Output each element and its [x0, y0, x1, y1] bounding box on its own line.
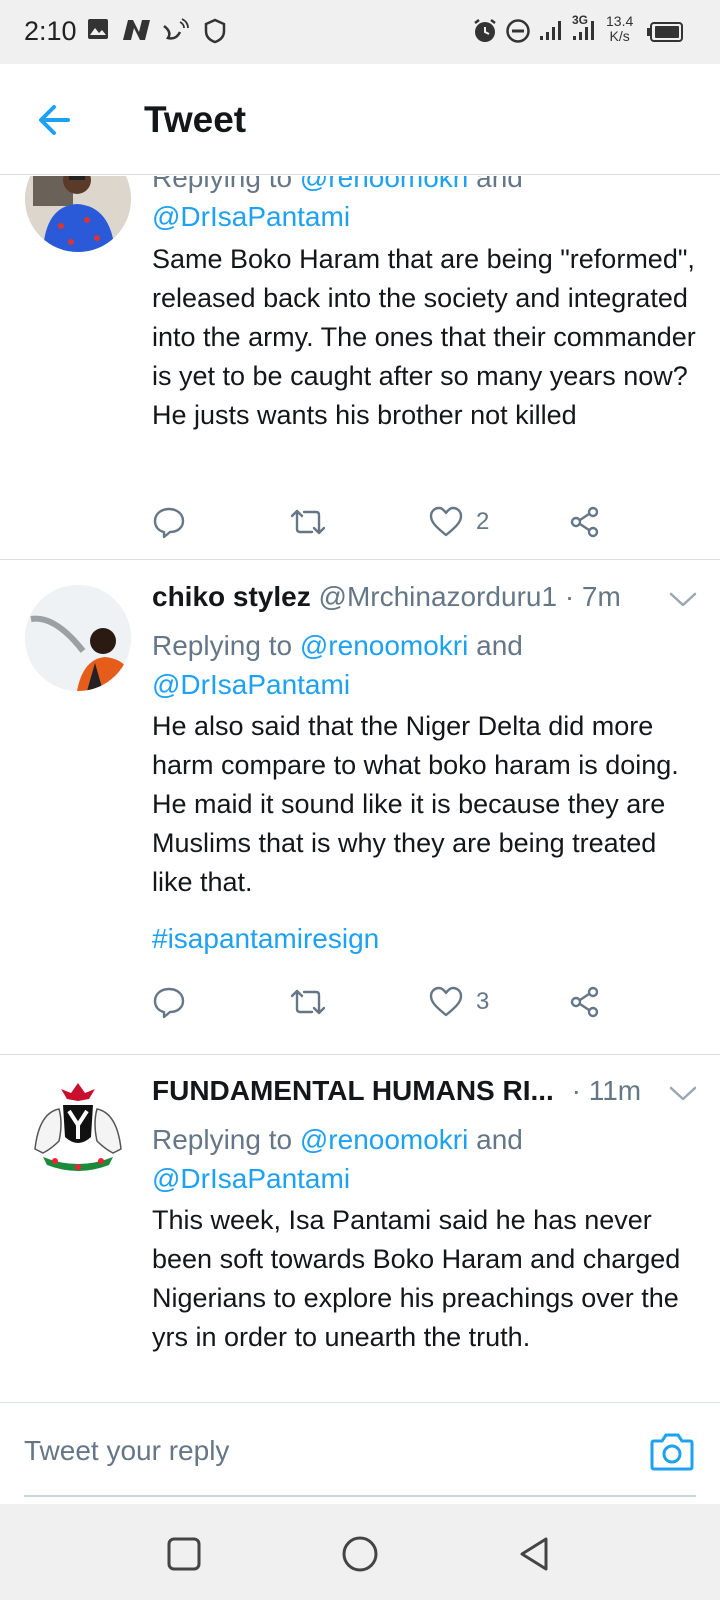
- page-title: Tweet: [144, 99, 247, 140]
- display-name[interactable]: FUNDAMENTAL HUMANS RI...: [152, 1075, 554, 1106]
- avatar[interactable]: [25, 176, 131, 252]
- display-name[interactable]: chiko stylez: [152, 581, 311, 612]
- like-count: 2: [476, 508, 490, 535]
- status-time: 2:10: [24, 16, 77, 46]
- home-circle-icon[interactable]: [338, 1532, 382, 1576]
- camera-icon[interactable]: [648, 1429, 696, 1473]
- signal-icon: [573, 21, 594, 40]
- avatar-image: [25, 585, 131, 691]
- avatar[interactable]: [25, 1079, 131, 1185]
- share-icon: [570, 506, 599, 538]
- tweet-header: chiko stylez @Mrchinazorduru1 · 7m: [152, 581, 700, 621]
- reply-input[interactable]: [24, 1425, 624, 1477]
- reply-button[interactable]: [152, 982, 186, 1022]
- battery-icon: [647, 22, 683, 42]
- mention-link[interactable]: @renoomokri: [300, 1124, 468, 1155]
- tweet-card[interactable]: Replying to @renoomokri and @DrIsaPantam…: [0, 176, 720, 560]
- replying-label: Replying to: [152, 1124, 300, 1155]
- avatar-image: [25, 176, 131, 252]
- mention-link[interactable]: @DrIsaPantami: [152, 201, 350, 232]
- shield-icon: [204, 18, 226, 44]
- mention-link[interactable]: @renoomokri: [300, 630, 468, 661]
- retweet-icon: [290, 989, 326, 1015]
- reply-underline: [24, 1495, 696, 1497]
- replying-to: Replying to @renoomokri and @DrIsaPantam…: [152, 626, 692, 704]
- like-button[interactable]: 2: [428, 502, 489, 542]
- coat-of-arms-icon: [25, 1079, 131, 1185]
- reply-icon: [153, 987, 185, 1019]
- tweet-text: Same Boko Haram that are being "reformed…: [152, 244, 696, 430]
- n-logo-icon: [123, 20, 150, 40]
- tweet-actions: 2: [152, 502, 632, 542]
- tweet-actions: 3: [152, 982, 632, 1022]
- mention-link[interactable]: @DrIsaPantami: [152, 1163, 350, 1194]
- user-handle[interactable]: @Mrchinazorduru1: [319, 581, 558, 612]
- mention-link[interactable]: @renoomokri: [300, 176, 468, 193]
- heart-icon: [429, 986, 463, 1017]
- tweet-time: · 11m: [571, 1075, 642, 1106]
- like-count: 3: [476, 988, 490, 1015]
- share-button[interactable]: [568, 502, 602, 542]
- like-button[interactable]: 3: [428, 982, 489, 1022]
- share-button[interactable]: [568, 982, 602, 1022]
- reply-bar: [0, 1402, 720, 1502]
- status-bar: 2:10 3G 13.4 K/s: [0, 0, 720, 64]
- mention-link[interactable]: @DrIsaPantami: [152, 669, 350, 700]
- tweet-text: He also said that the Niger Delta did mo…: [152, 711, 679, 897]
- recents-square-icon[interactable]: [162, 1532, 206, 1576]
- dnd-icon: [506, 19, 530, 43]
- share-icon: [570, 986, 599, 1018]
- avatar[interactable]: [25, 585, 131, 691]
- replying-to: Replying to @renoomokri and @DrIsaPantam…: [152, 1120, 692, 1198]
- replying-to: Replying to @renoomokri and @DrIsaPantam…: [152, 176, 692, 236]
- system-nav-bar: [0, 1504, 720, 1600]
- heart-icon: [429, 506, 463, 537]
- network-speed: 13.4 K/s: [606, 13, 634, 44]
- replying-label: Replying to: [152, 630, 300, 661]
- back-arrow-icon[interactable]: [30, 96, 80, 146]
- app-bar: Tweet: [0, 64, 720, 175]
- tweet-card[interactable]: chiko stylez @Mrchinazorduru1 · 7m Reply…: [0, 561, 720, 1055]
- retweet-icon: [290, 509, 326, 535]
- tweet-header: FUNDAMENTAL HUMANS RI... · 11m: [152, 1075, 700, 1115]
- gallery-icon: [88, 19, 108, 39]
- retweet-button[interactable]: [288, 982, 328, 1022]
- back-triangle-icon[interactable]: [514, 1532, 558, 1576]
- signal-icon: [540, 21, 561, 40]
- hashtag-link[interactable]: #isapantamiresign: [152, 923, 379, 955]
- chevron-down-icon[interactable]: [668, 589, 698, 609]
- tweet-text: This week, Isa Pantami said he has never…: [152, 1205, 681, 1352]
- tweet-time: · 7m: [564, 581, 621, 612]
- reply-button[interactable]: [152, 502, 186, 542]
- replying-and: and: [468, 630, 523, 661]
- replying-and: and: [468, 1124, 523, 1155]
- chevron-down-icon[interactable]: [668, 1083, 698, 1103]
- retweet-button[interactable]: [288, 502, 328, 542]
- replying-label: Replying to: [152, 176, 300, 193]
- alarm-icon: [474, 19, 496, 42]
- replying-and: and: [468, 176, 523, 193]
- reply-icon: [153, 507, 185, 539]
- tweet-card[interactable]: FUNDAMENTAL HUMANS RI... · 11m Replying …: [0, 1055, 720, 1402]
- tweet-feed[interactable]: Replying to @renoomokri and @DrIsaPantam…: [0, 176, 720, 1402]
- wifi-call-icon: [163, 18, 189, 40]
